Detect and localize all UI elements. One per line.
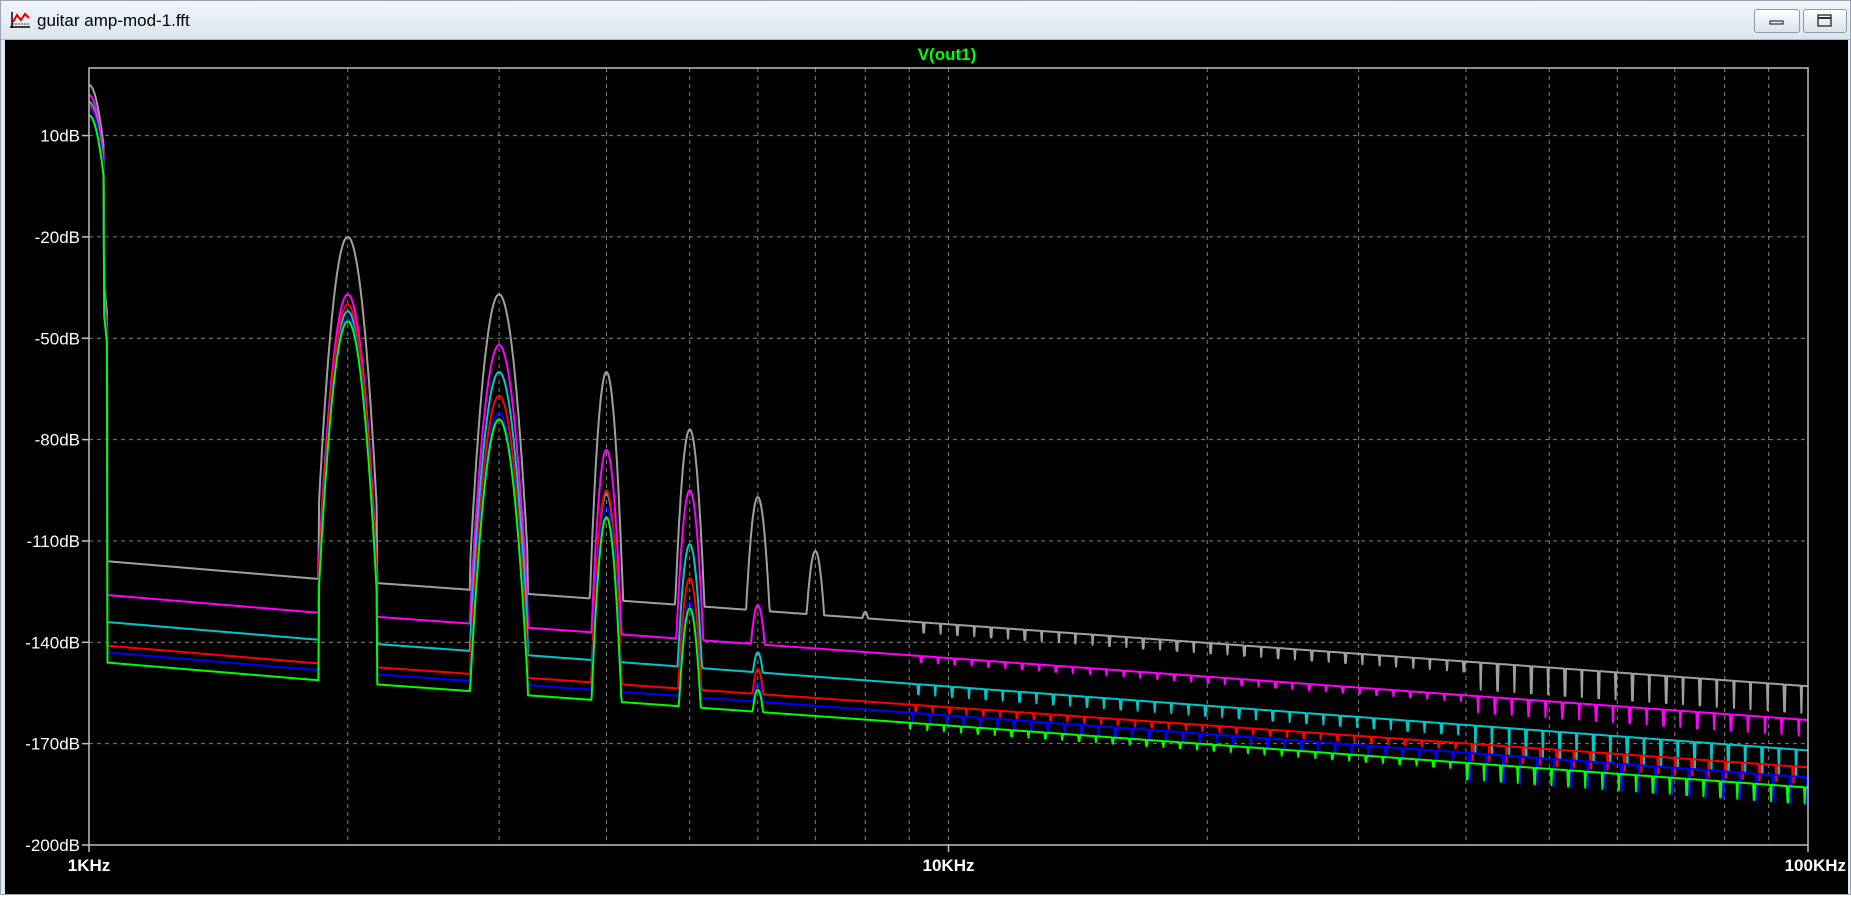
y-tick-label: -140dB [25,633,80,652]
title-bar[interactable]: guitar amp-mod-1.fft [1,1,1850,40]
chart-title: V(out1) [918,45,977,64]
minimize-button[interactable] [1754,9,1800,33]
y-tick-label: -200dB [25,836,80,855]
y-tick-label: -170dB [25,735,80,754]
x-tick-label: 100KHz [1785,856,1846,875]
x-tick-label: 10KHz [923,856,975,875]
x-axis: 1KHz 10KHz 100KHz [68,845,1846,875]
y-tick-label: -50dB [35,329,80,348]
minimize-icon [1769,20,1784,25]
plot-frame [88,67,1809,846]
y-axis: 10dB -20dB -50dB -80dB -110dB -140dB -170dB -20… [25,127,89,855]
x-tick-label: 1KHz [68,856,111,875]
fft-window: guitar amp-mod-1.fft V(out1) 10dB -20dB -5… [0,0,1851,895]
y-tick-label: -80dB [35,431,80,450]
y-tick-label: 10dB [40,127,80,146]
y-tick-label: -20dB [35,228,80,247]
restore-button[interactable] [1803,9,1847,33]
grid [89,68,1808,845]
plot-area[interactable]: V(out1) 10dB -20dB -50dB -80dB -110dB -140dB -… [5,40,1848,894]
y-tick-label: -110dB [26,532,80,551]
restore-icon [1817,14,1832,27]
window-title: guitar amp-mod-1.fft [37,11,190,30]
waveform-plot-icon [10,12,30,28]
fft-chart[interactable]: V(out1) 10dB -20dB -50dB -80dB -110dB -140dB -… [5,40,1848,894]
